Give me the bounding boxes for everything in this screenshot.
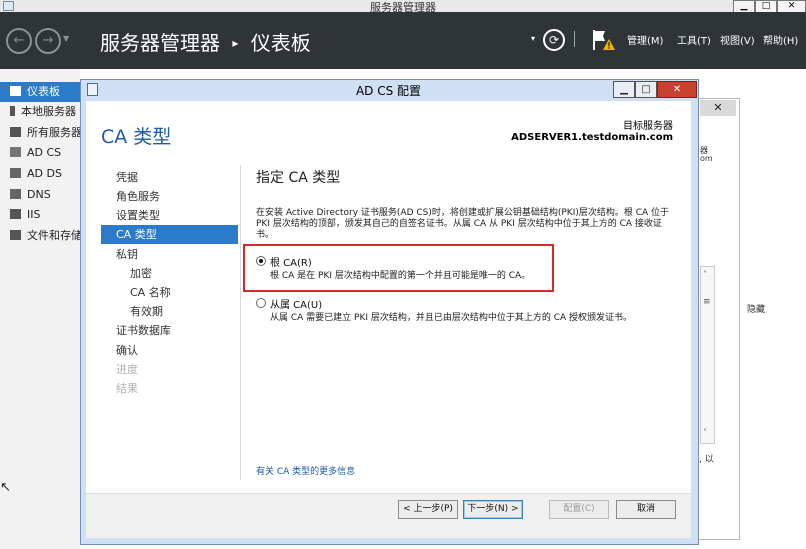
wizard-step-ca-type[interactable]: CA 类型 — [101, 225, 238, 244]
dialog-title: AD CS 配置 — [355, 84, 422, 98]
wizard-step-role-services[interactable]: 角色服务 — [116, 187, 236, 206]
panel-divider — [240, 165, 241, 480]
previous-button[interactable]: < 上一步(P) — [398, 500, 458, 519]
menu-view[interactable]: 视图(V) — [720, 32, 755, 47]
wizard-step-private-key[interactable]: 私钥 — [116, 245, 236, 264]
adcs-icon — [10, 147, 21, 157]
sidebar-item-local-server[interactable]: 本地服务器 — [0, 102, 80, 122]
cancel-button[interactable]: 取消 — [616, 500, 676, 519]
hide-link[interactable]: 隐藏 — [747, 302, 765, 315]
menu-manage[interactable]: 管理(M) — [627, 32, 663, 47]
dialog-close-button[interactable]: ✕ — [657, 81, 697, 98]
server-icon — [10, 106, 15, 116]
storage-icon — [10, 230, 21, 240]
root-ca-description: 根 CA 是在 PKI 层次结构中配置的第一个并且可能是唯一的 CA。 — [270, 271, 531, 281]
more-info-link[interactable]: 有关 CA 类型的更多信息 — [256, 464, 355, 477]
subordinate-ca-radio[interactable] — [256, 298, 266, 308]
menu-tools[interactable]: 工具(T) — [677, 32, 711, 47]
dialog-heading: CA 类型 — [101, 126, 172, 148]
refresh-dropdown-icon[interactable]: ▾ — [531, 34, 535, 43]
root-ca-radio[interactable] — [256, 256, 266, 266]
dns-icon — [10, 189, 21, 199]
sidebar-item-dns[interactable]: DNS — [0, 185, 80, 205]
adds-icon — [10, 168, 21, 178]
breadcrumb-separator: ▸ — [232, 36, 239, 50]
sidebar-item-file-storage[interactable]: 文件和存储 — [0, 226, 80, 246]
background-scrollbar[interactable] — [700, 266, 715, 444]
dialog-maximize-button[interactable]: □ — [635, 81, 657, 98]
target-server-name: ADSERVER1.testdomain.com — [511, 132, 673, 143]
page-title: 服务器管理器 ▸ 仪表板 — [100, 31, 311, 55]
wizard-step-certificate-database[interactable]: 证书数据库 — [116, 321, 236, 340]
back-button[interactable]: ← — [6, 28, 32, 54]
servers-icon — [10, 127, 21, 137]
dashboard-icon — [10, 86, 21, 96]
target-server-label: 目标服务器 — [623, 121, 673, 132]
sidebar-item-dashboard[interactable]: 仪表板 — [0, 82, 80, 102]
wizard-step-results: 结果 — [116, 382, 138, 395]
notifications-flag-icon[interactable] — [591, 28, 615, 52]
sidebar-item-iis[interactable]: IIS — [0, 205, 80, 225]
history-dropdown-icon[interactable]: ▼ — [63, 34, 69, 43]
background-text-fragment: om — [700, 154, 713, 163]
wizard-step-progress: 进度 — [116, 363, 138, 376]
wizard-step-setup-type[interactable]: 设置类型 — [116, 206, 236, 225]
background-text-fragment: , 以 — [699, 455, 714, 465]
wizard-step-validity-period[interactable]: 有效期 — [130, 302, 250, 321]
subordinate-ca-label[interactable]: 从属 CA(U) — [270, 296, 322, 311]
forward-button[interactable]: → — [35, 28, 61, 54]
section-title: 指定 CA 类型 — [256, 170, 341, 186]
menu-help[interactable]: 帮助(H) — [763, 32, 798, 47]
wizard-step-confirmation[interactable]: 确认 — [116, 341, 236, 360]
header-divider — [574, 31, 575, 47]
next-button[interactable]: 下一步(N) > — [463, 500, 523, 519]
scroll-down-icon[interactable]: ˅ — [703, 428, 707, 437]
wizard-step-ca-name[interactable]: CA 名称 — [130, 283, 250, 302]
scroll-up-icon[interactable]: ˄ — [703, 270, 707, 279]
sidebar-item-adds[interactable]: AD DS — [0, 164, 80, 184]
subordinate-ca-description: 从属 CA 需要已建立 PKI 层次结构，并且已由层次结构中位于其上方的 CA … — [270, 313, 633, 323]
sidebar-item-adcs[interactable]: AD CS — [0, 143, 80, 163]
scroll-thumb-icon[interactable]: ≡ — [703, 297, 711, 307]
configure-button: 配置(C) — [549, 500, 609, 519]
ca-type-description: 在安装 Active Directory 证书服务(AD CS)时，将创建或扩展… — [256, 208, 670, 240]
mouse-cursor-icon: ↖ — [0, 480, 11, 495]
sidebar-item-all-servers[interactable]: 所有服务器 — [0, 123, 80, 143]
background-close-button[interactable]: ✕ — [700, 100, 736, 116]
root-ca-label[interactable]: 根 CA(R) — [270, 254, 312, 269]
refresh-icon[interactable]: ⟳ — [543, 29, 565, 51]
wizard-step-cryptography[interactable]: 加密 — [130, 264, 250, 283]
iis-icon — [10, 209, 21, 219]
wizard-step-credentials[interactable]: 凭据 — [116, 168, 236, 187]
dialog-minimize-button[interactable]: ▁ — [613, 81, 635, 98]
